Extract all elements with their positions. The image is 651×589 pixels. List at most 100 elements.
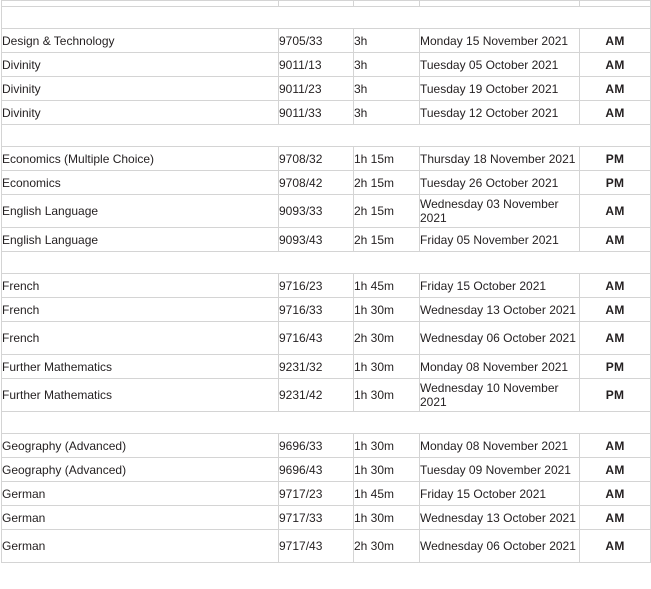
- table-row: Economics 9708/42 2h 15m Tuesday 26 October…: [1, 170, 651, 195]
- paper-code-cell: 9717/23: [278, 481, 354, 506]
- subject-cell: French: [1, 273, 279, 298]
- paper-code-cell: 9696/43: [278, 457, 354, 482]
- session-cell: AM: [579, 76, 651, 101]
- table-row: Divinity 9011/13 3h Tuesday 05 October 2021…: [1, 52, 651, 77]
- paper-code-cell: 9708/32: [278, 146, 354, 171]
- table-row: Divinity 9011/23 3h Tuesday 19 October 2021…: [1, 76, 651, 101]
- duration-cell: 1h 30m: [353, 297, 420, 322]
- section-letter: F: [12, 255, 20, 269]
- table-row: Economics (Multiple Choice) 9708/32 1h 15m…: [1, 146, 651, 171]
- subject-cell: Further Mathematics: [1, 354, 279, 379]
- duration-cell: 1h 45m: [353, 481, 420, 506]
- session-cell: AM: [579, 457, 651, 482]
- table-row: English Language 9093/43 2h 15m Friday 05 N…: [1, 227, 651, 252]
- date-cell: Tuesday 12 October 2021: [419, 100, 580, 125]
- date-cell: Monday 15 November 2021: [419, 28, 580, 53]
- subject-cell: Further Mathematics: [1, 378, 279, 412]
- table-row: French 9716/43 2h 30m Wednesday 06 October …: [1, 321, 651, 355]
- duration-cell: 2h 15m: [353, 170, 420, 195]
- session-cell: PM: [579, 170, 651, 195]
- subject-cell: French: [1, 321, 279, 355]
- section-header-cell: G: [1, 411, 651, 434]
- duration-cell: 1h 30m: [353, 378, 420, 412]
- date-cell: Monday 08 November 2021: [419, 433, 580, 458]
- duration-cell: 1h 15m: [353, 146, 420, 171]
- section-header-f: F: [1, 251, 651, 274]
- table-row: Geography (Advanced) 9696/33 1h 30m Monday …: [1, 433, 651, 458]
- subject-cell: Divinity: [1, 52, 279, 77]
- date-cell: Friday 15 October 2021: [419, 481, 580, 506]
- duration-cell: 1h 30m: [353, 354, 420, 379]
- session-cell: AM: [579, 100, 651, 125]
- session-cell: AM: [579, 194, 651, 228]
- section-header-cell: E: [1, 124, 651, 147]
- session-cell: PM: [579, 378, 651, 412]
- session-cell: PM: [579, 354, 651, 379]
- duration-cell: 3h: [353, 52, 420, 77]
- date-cell: Wednesday 13 October 2021: [419, 297, 580, 322]
- date-cell: Wednesday 13 October 2021: [419, 505, 580, 530]
- session-cell: PM: [579, 146, 651, 171]
- subject-cell: Geography (Advanced): [1, 433, 279, 458]
- subject-cell: French: [1, 297, 279, 322]
- paper-code-cell: 9011/33: [278, 100, 354, 125]
- session-cell: AM: [579, 297, 651, 322]
- table-row: German 9717/33 1h 30m Wednesday 13 October …: [1, 505, 651, 530]
- subject-cell: Geography (Advanced): [1, 457, 279, 482]
- section-header-e: E: [1, 124, 651, 147]
- subject-cell: Divinity: [1, 76, 279, 101]
- table-row: German 9717/23 1h 45m Friday 15 October 202…: [1, 481, 651, 506]
- subject-cell: Economics (Multiple Choice): [1, 146, 279, 171]
- subject-cell: Divinity: [1, 100, 279, 125]
- session-cell: AM: [579, 273, 651, 298]
- session-cell: AM: [579, 529, 651, 563]
- paper-code-cell: 9716/43: [278, 321, 354, 355]
- table-row: English Language 9093/33 2h 15m Wednesday 0…: [1, 194, 651, 228]
- paper-code-cell: 9011/23: [278, 76, 354, 101]
- subject-cell: Economics: [1, 170, 279, 195]
- session-cell: AM: [579, 505, 651, 530]
- subject-cell: English Language: [1, 194, 279, 228]
- duration-cell: 3h: [353, 100, 420, 125]
- date-cell: Friday 15 October 2021: [419, 273, 580, 298]
- session-cell: AM: [579, 321, 651, 355]
- session-cell: AM: [579, 227, 651, 252]
- date-cell: Wednesday 06 October 2021: [419, 529, 580, 563]
- date-cell: Thursday 18 November 2021: [419, 146, 580, 171]
- subject-cell: Design & Technology: [1, 28, 279, 53]
- paper-code-cell: 9093/43: [278, 227, 354, 252]
- paper-code-cell: 9011/13: [278, 52, 354, 77]
- table-row: French 9716/33 1h 30m Wednesday 13 October …: [1, 297, 651, 322]
- date-cell: Wednesday 10 November 2021: [419, 378, 580, 412]
- date-cell: Tuesday 09 November 2021: [419, 457, 580, 482]
- date-cell: Wednesday 03 November 2021: [419, 194, 580, 228]
- subject-cell: German: [1, 505, 279, 530]
- table-row: Further Mathematics 9231/32 1h 30m Monday 0…: [1, 354, 651, 379]
- session-cell: AM: [579, 481, 651, 506]
- table-row: Divinity 9011/33 3h Tuesday 12 October 2021…: [1, 100, 651, 125]
- paper-code-cell: 9231/42: [278, 378, 354, 412]
- duration-cell: 3h: [353, 76, 420, 101]
- exam-timetable: D Design & Technology 9705/33 3h Monday 15 N…: [1, 0, 651, 563]
- date-cell: Friday 05 November 2021: [419, 227, 580, 252]
- session-cell: AM: [579, 28, 651, 53]
- date-cell: Tuesday 05 October 2021: [419, 52, 580, 77]
- duration-cell: 1h 30m: [353, 433, 420, 458]
- table-row: Design & Technology 9705/33 3h Monday 15 No…: [1, 28, 651, 53]
- section-letter: G: [12, 415, 22, 429]
- duration-cell: 2h 15m: [353, 227, 420, 252]
- date-cell: Tuesday 19 October 2021: [419, 76, 580, 101]
- paper-code-cell: 9696/33: [278, 433, 354, 458]
- paper-code-cell: 9716/23: [278, 273, 354, 298]
- date-cell: Wednesday 06 October 2021: [419, 321, 580, 355]
- section-header-d: D: [1, 6, 651, 29]
- section-header-cell: D: [1, 6, 651, 29]
- section-letter: D: [12, 10, 21, 24]
- subject-cell: German: [1, 529, 279, 563]
- section-header-cell: F: [1, 251, 651, 274]
- section-letter: E: [12, 128, 21, 142]
- section-header-g: G: [1, 411, 651, 434]
- duration-cell: 1h 45m: [353, 273, 420, 298]
- paper-code-cell: 9717/33: [278, 505, 354, 530]
- paper-code-cell: 9708/42: [278, 170, 354, 195]
